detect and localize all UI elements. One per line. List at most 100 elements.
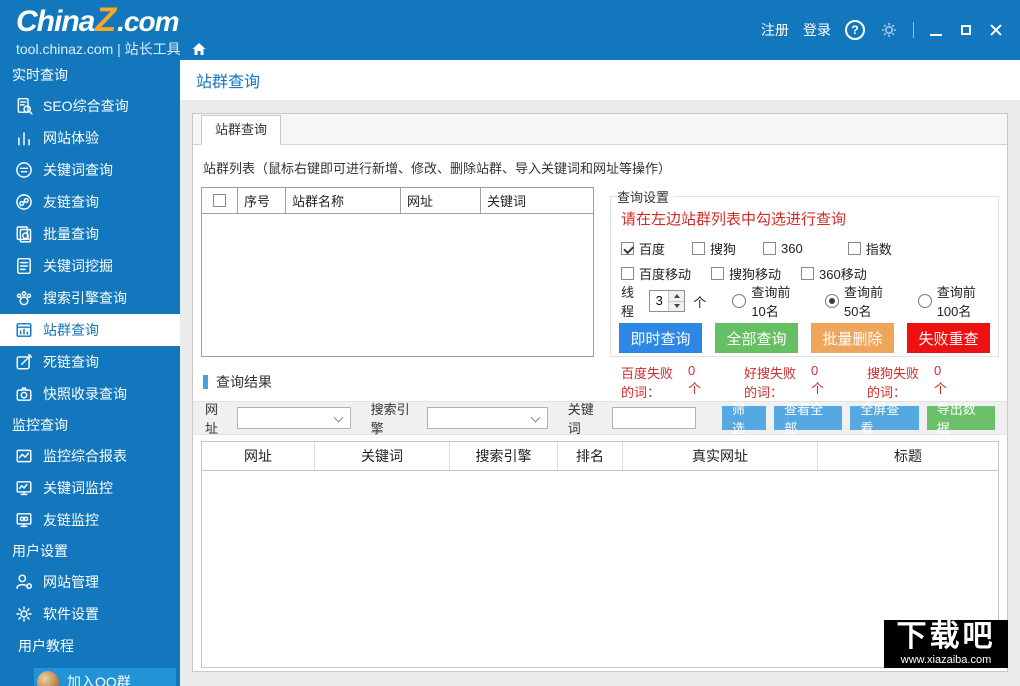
sidebar-item-label: 搜索引擎查询	[43, 290, 127, 306]
radio-top10[interactable]: 查询前10名	[732, 282, 799, 320]
thread-label: 线程	[621, 285, 635, 319]
tab-site-group-query[interactable]: 站群查询	[201, 115, 282, 145]
site-group-table-header: 序号 站群名称 网址 关键词	[202, 188, 593, 214]
logo-text-z: Z	[95, 1, 117, 39]
gear-icon	[14, 605, 33, 624]
header-subtitle: tool.chinaz.com | 站长工具	[16, 41, 181, 57]
stepper-down-icon[interactable]	[669, 301, 685, 311]
thread-count-stepper[interactable]: 3	[649, 290, 686, 312]
header-divider	[913, 22, 914, 38]
app-header: China Z .com tool.chinaz.com | 站长工具 注册 登录 …	[0, 0, 1020, 60]
filter-url-label: 网址	[205, 402, 219, 436]
checkbox-icon	[847, 242, 861, 255]
radio-top100[interactable]: 查询前100名	[917, 282, 990, 320]
stepper-up-icon[interactable]	[669, 291, 685, 302]
fullscreen-view-button[interactable]: 全屏查看	[850, 402, 919, 436]
results-filter-bar: 网址 搜索引擎 关键词 筛选 查看全部 全屏查看 导出数据	[193, 401, 1007, 436]
link-circle-icon	[14, 193, 33, 212]
tab-strip: 站群查询	[193, 114, 1007, 145]
filter-url-select[interactable]	[237, 407, 351, 429]
brand-block: China Z .com tool.chinaz.com | 站长工具	[16, 3, 207, 57]
column-header-engine: 搜索引擎	[450, 442, 558, 470]
radio-icon	[825, 294, 839, 308]
sidebar-item-keyword-mining[interactable]: 关键词挖掘	[0, 250, 180, 282]
sidebar-item-label: 友链监控	[43, 512, 99, 528]
sidebar-item-label: 软件设置	[43, 606, 99, 622]
filter-keyword-input[interactable]	[611, 407, 696, 429]
engine-checkbox-index[interactable]: 指数	[847, 239, 892, 258]
watermark-title: 下载吧	[896, 620, 996, 653]
instant-query-button[interactable]: 即时查询	[619, 323, 702, 353]
sidebar-item-label: SEO综合查询	[43, 98, 129, 114]
register-link[interactable]: 注册	[761, 20, 789, 40]
maximize-button[interactable]	[958, 22, 974, 38]
sidebar-item-label: 批量查询	[43, 226, 99, 242]
sidebar-item-friend-link-query[interactable]: 友链查询	[0, 186, 180, 218]
join-qq-group-label: 加入QQ群	[67, 674, 131, 686]
chinaz-logo: China Z .com	[16, 3, 207, 37]
column-header-real-url: 真实网址	[623, 442, 818, 470]
section-marker-icon	[203, 375, 208, 389]
help-icon[interactable]: ?	[845, 20, 865, 40]
bar-chart-icon	[14, 129, 33, 148]
join-qq-group-button[interactable]: 加入QQ群	[34, 668, 176, 686]
sidebar-item-user-tutorial[interactable]: 用户教程	[0, 630, 180, 662]
sidebar-item-friend-link-monitor[interactable]: 友链监控	[0, 504, 180, 536]
close-button[interactable]	[988, 22, 1004, 38]
engine-checkbox-baidu-mobile[interactable]: 百度移动	[621, 264, 691, 283]
retry-failed-button[interactable]: 失败重查	[907, 323, 990, 353]
sidebar-item-software-settings[interactable]: 软件设置	[0, 598, 180, 630]
dead-link-icon	[14, 353, 33, 372]
view-all-button[interactable]: 查看全部	[774, 402, 843, 436]
engine-checkbox-sogou[interactable]: 搜狗	[692, 239, 736, 258]
sidebar-item-batch-query[interactable]: 批量查询	[0, 218, 180, 250]
sidebar-item-monitor-report[interactable]: 监控综合报表	[0, 440, 180, 472]
engine-checkbox-360-mobile[interactable]: 360移动	[801, 264, 867, 283]
sidebar-item-label: 关键词监控	[43, 480, 113, 496]
sidebar-item-seo-query[interactable]: SEO综合查询	[0, 90, 180, 122]
sidebar-section-realtime: 实时查询	[12, 67, 68, 83]
minimize-button[interactable]	[928, 22, 944, 38]
sidebar-item-keyword-monitor[interactable]: 关键词监控	[0, 472, 180, 504]
select-all-checkbox[interactable]	[213, 194, 226, 207]
main-area: 站群查询 站群查询 站群列表（鼠标右键即可进行新增、修改、删除站群、导入关键词和…	[180, 60, 1020, 686]
radio-icon	[732, 294, 747, 308]
query-all-button[interactable]: 全部查询	[715, 323, 798, 353]
sidebar-item-snapshot-query[interactable]: 快照收录查询	[0, 378, 180, 410]
site-group-table-body[interactable]	[202, 214, 593, 356]
sidebar-item-label: 关键词查询	[43, 162, 113, 178]
site-group-table: 序号 站群名称 网址 关键词	[201, 187, 594, 357]
filter-engine-select[interactable]	[426, 407, 548, 429]
checkbox-icon	[621, 242, 634, 255]
column-header-group-name: 站群名称	[286, 188, 401, 213]
filter-button[interactable]: 筛选	[721, 402, 767, 436]
sidebar-item-site-experience[interactable]: 网站体验	[0, 122, 180, 154]
results-table: 网址 关键词 搜索引擎 排名 真实网址 标题	[201, 441, 999, 668]
engine-checkbox-baidu[interactable]: 百度	[621, 239, 665, 258]
batch-search-icon	[14, 225, 33, 244]
home-icon[interactable]	[191, 41, 207, 57]
sidebar-item-label: 网站管理	[43, 574, 99, 590]
thread-unit: 个	[693, 294, 707, 310]
sidebar-item-site-group-query[interactable]: 站群查询	[0, 314, 180, 346]
doc-search-icon	[14, 97, 33, 116]
login-link[interactable]: 登录	[803, 20, 831, 40]
radio-top50[interactable]: 查询前50名	[825, 282, 892, 320]
sidebar-item-site-manage[interactable]: 网站管理	[0, 566, 180, 598]
results-table-body[interactable]	[202, 471, 998, 667]
sidebar-item-label: 监控综合报表	[43, 448, 127, 464]
haosou-failed-stat: 好搜失败的词： 0个	[744, 363, 825, 400]
batch-delete-button[interactable]: 批量删除	[811, 323, 894, 353]
column-header-index: 序号	[238, 188, 286, 213]
settings-gear-icon[interactable]	[879, 20, 899, 40]
export-data-button[interactable]: 导出数据	[926, 402, 995, 436]
group-list-hint: 站群列表（鼠标右键即可进行新增、修改、删除站群、导入关键词和网址等操作）	[203, 161, 672, 176]
sidebar-item-keyword-query[interactable]: 关键词查询	[0, 154, 180, 186]
title-strip: 站群查询	[180, 60, 1020, 100]
engine-checkbox-360[interactable]: 360	[763, 241, 803, 256]
sidebar-item-dead-link-query[interactable]: 死链查询	[0, 346, 180, 378]
sidebar-item-search-engine-query[interactable]: 搜索引擎查询	[0, 282, 180, 314]
filter-keyword-label: 关键词	[567, 402, 594, 436]
monitor-chart-icon	[14, 479, 33, 498]
engine-checkbox-sogou-mobile[interactable]: 搜狗移动	[711, 264, 781, 283]
